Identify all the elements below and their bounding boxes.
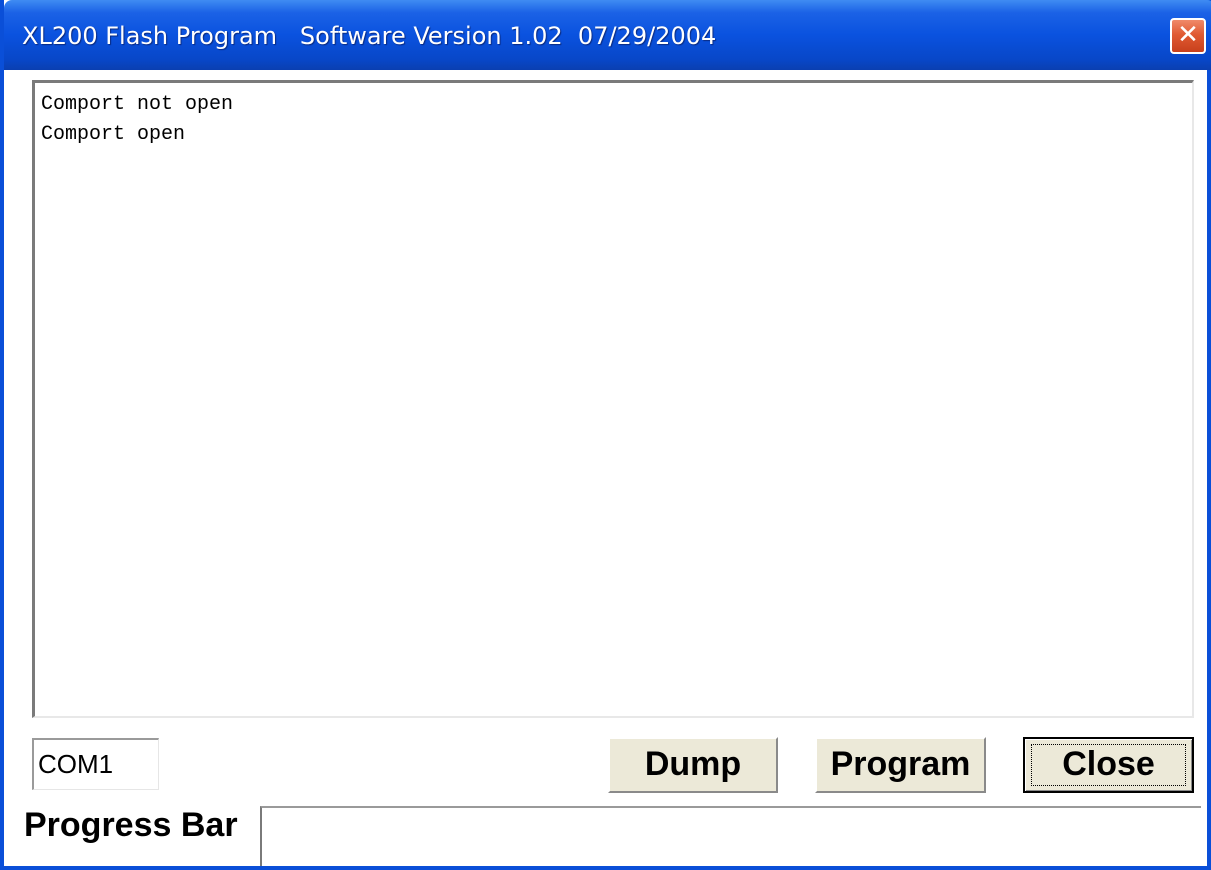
log-line: Comport not open [41,93,234,116]
progress-label: Progress Bar [24,806,238,844]
progress-bar [260,806,1201,866]
title-bar[interactable]: XL200 Flash Program Software Version 1.0… [4,0,1211,70]
window-title: XL200 Flash Program Software Version 1.0… [22,22,717,50]
focus-rectangle [1031,744,1186,786]
app-window: XL200 Flash Program Software Version 1.0… [0,0,1211,870]
com-port-field[interactable]: COM1 [32,738,159,790]
log-line: Comport open [41,123,186,146]
dump-button[interactable]: Dump [608,737,778,793]
program-button[interactable]: Program [815,737,986,793]
close-window-icon[interactable]: ✕ [1170,18,1206,54]
close-button[interactable]: Close [1023,737,1194,793]
log-output[interactable]: Comport not open Comport open [32,80,1194,718]
